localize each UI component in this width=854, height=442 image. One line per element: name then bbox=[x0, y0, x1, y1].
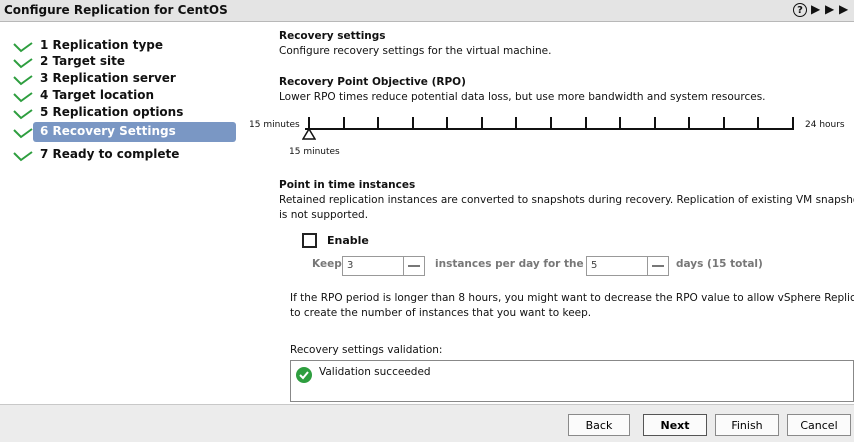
rpo-max-label: 24 hours bbox=[805, 120, 845, 130]
title-bar: Configure Replication for CentOS ? ▶ ▶ ▶ bbox=[0, 0, 854, 22]
step-label: 1 Replication type bbox=[40, 38, 164, 52]
recovery-description: Configure recovery settings for the virt… bbox=[279, 45, 552, 57]
rpo-slider-tick bbox=[584, 117, 587, 129]
pit-heading: Point in time instances bbox=[279, 179, 416, 191]
instances-stepper[interactable]: 3 bbox=[342, 256, 425, 276]
step-target-site[interactable]: 2 Target site bbox=[0, 54, 250, 70]
play-next-icon[interactable]: ▶ bbox=[825, 2, 834, 16]
enable-label: Enable bbox=[327, 234, 369, 247]
rpo-slider-tick bbox=[688, 117, 691, 129]
validation-message: Validation succeeded bbox=[319, 366, 431, 378]
check-icon bbox=[13, 42, 33, 53]
rpo-slider-tick bbox=[446, 117, 449, 129]
check-icon bbox=[13, 58, 33, 69]
step-label: 7 Ready to complete bbox=[40, 147, 180, 161]
pit-description-line1: Retained replication instances are conve… bbox=[279, 194, 854, 206]
finish-button[interactable]: Finish bbox=[715, 414, 779, 436]
next-button[interactable]: Next bbox=[643, 414, 707, 436]
success-icon bbox=[296, 367, 312, 383]
step-target-location[interactable]: 4 Target location bbox=[0, 88, 250, 104]
check-icon bbox=[13, 75, 33, 86]
rpo-note-line1: If the RPO period is longer than 8 hours… bbox=[290, 292, 854, 304]
recovery-heading: Recovery settings bbox=[279, 30, 386, 42]
instances-label: instances per day for the last bbox=[435, 258, 610, 270]
step-label: 3 Replication server bbox=[40, 71, 176, 85]
step-replication-options[interactable]: 5 Replication options bbox=[0, 105, 250, 121]
step-replication-server[interactable]: 3 Replication server bbox=[0, 71, 250, 87]
rpo-slider-tick bbox=[550, 117, 552, 129]
step-label: 5 Replication options bbox=[40, 105, 184, 119]
rpo-slider-tick bbox=[619, 117, 622, 129]
rpo-slider-tick bbox=[480, 117, 483, 129]
instances-value: 3 bbox=[347, 260, 354, 271]
rpo-min-label: 15 minutes bbox=[249, 120, 300, 130]
days-value: 5 bbox=[591, 260, 598, 271]
days-stepper-button[interactable] bbox=[647, 257, 668, 275]
step-label: 2 Target site bbox=[40, 54, 125, 68]
rpo-current-value: 15 minutes bbox=[289, 147, 340, 157]
rpo-slider-tick bbox=[792, 117, 794, 129]
step-recovery-settings[interactable]: 6 Recovery Settings bbox=[0, 122, 250, 142]
validation-box: Validation succeeded bbox=[290, 360, 854, 402]
enable-checkbox[interactable] bbox=[302, 233, 317, 248]
rpo-slider-tick bbox=[757, 117, 760, 129]
rpo-slider-tick bbox=[722, 117, 725, 129]
check-icon bbox=[13, 109, 33, 120]
play-icon[interactable]: ▶ bbox=[811, 2, 820, 16]
step-replication-type[interactable]: 1 Replication type bbox=[0, 38, 250, 54]
rpo-slider-tick bbox=[342, 117, 345, 129]
check-icon bbox=[13, 128, 33, 139]
rpo-heading: Recovery Point Objective (RPO) bbox=[279, 76, 466, 88]
wizard-steps: 1 Replication type 2 Target site 3 Repli… bbox=[0, 22, 250, 402]
step-ready-to-complete[interactable]: 7 Ready to complete bbox=[0, 147, 250, 163]
rpo-slider-tick bbox=[411, 117, 414, 129]
keep-label: Keep bbox=[312, 258, 342, 270]
rpo-slider-tick bbox=[515, 117, 518, 129]
instances-stepper-button[interactable] bbox=[403, 257, 424, 275]
rpo-slider-thumb[interactable] bbox=[302, 128, 316, 140]
rpo-description: Lower RPO times reduce potential data lo… bbox=[279, 91, 766, 103]
pit-description-line2: is not supported. bbox=[279, 209, 369, 221]
days-stepper[interactable]: 5 bbox=[586, 256, 669, 276]
rpo-note-line2: to create the number of instances that y… bbox=[290, 307, 592, 319]
back-button[interactable]: Back bbox=[568, 414, 630, 436]
step-label: 4 Target location bbox=[40, 88, 155, 102]
check-icon bbox=[13, 151, 33, 162]
check-icon bbox=[13, 92, 33, 103]
days-label: days (15 total) bbox=[676, 258, 763, 270]
help-icon[interactable]: ? bbox=[793, 3, 807, 17]
rpo-slider-tick bbox=[653, 117, 656, 129]
step-label: 6 Recovery Settings bbox=[40, 124, 176, 138]
cancel-button[interactable]: Cancel bbox=[787, 414, 851, 436]
rpo-slider-tick bbox=[377, 117, 380, 129]
window-title: Configure Replication for CentOS bbox=[4, 3, 228, 17]
play-end-icon[interactable]: ▶ bbox=[839, 2, 848, 16]
validation-label: Recovery settings validation: bbox=[290, 344, 443, 356]
